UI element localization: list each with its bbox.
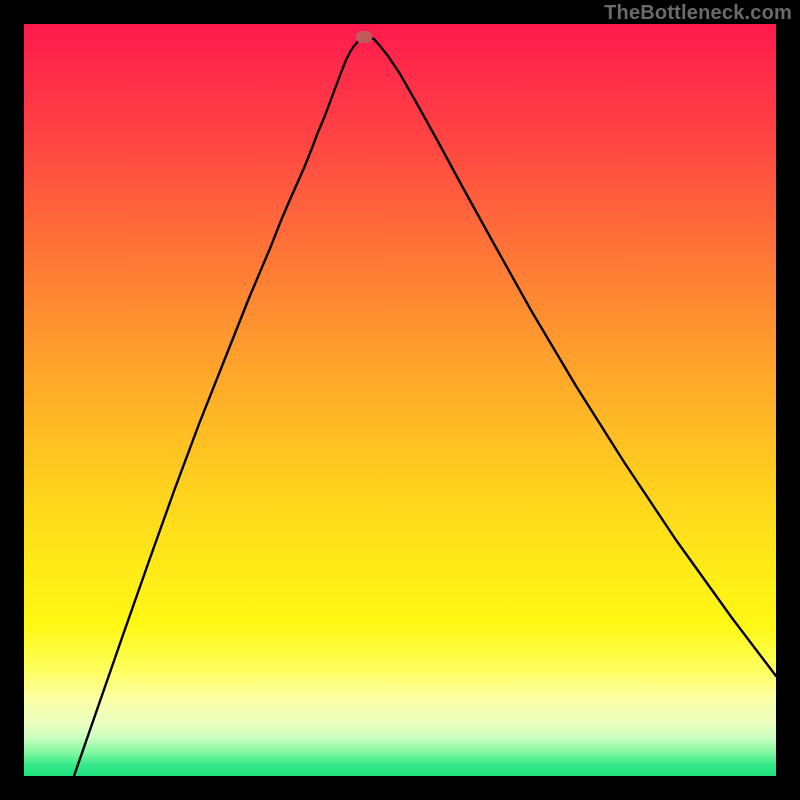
chart-frame: TheBottleneck.com xyxy=(0,0,800,800)
optimum-marker xyxy=(356,31,372,43)
bottleneck-curve xyxy=(74,38,776,776)
curve-svg xyxy=(24,24,776,776)
plot-area xyxy=(24,24,776,776)
watermark-text: TheBottleneck.com xyxy=(604,2,792,25)
